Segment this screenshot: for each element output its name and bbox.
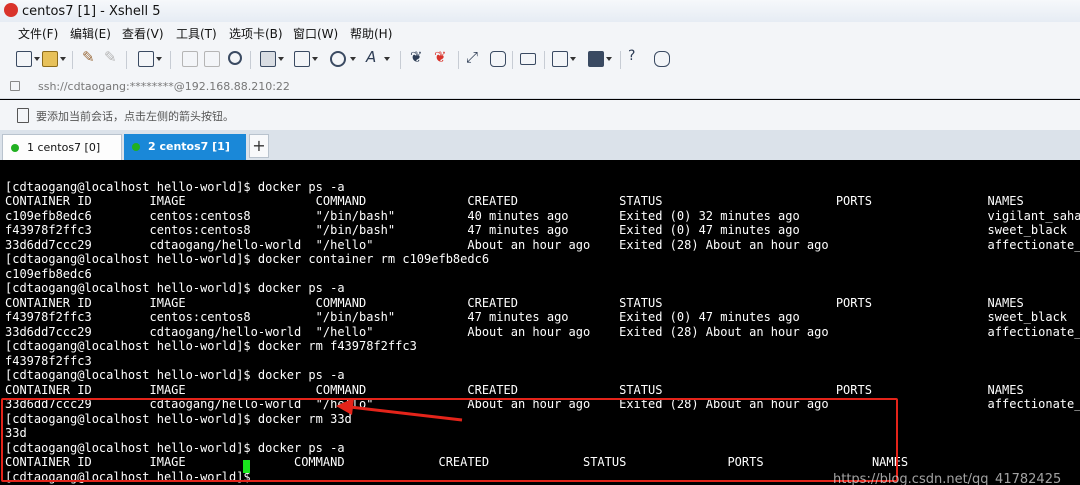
terminal-line: c109efb8edc6 centos:centos8 "/bin/bash" … xyxy=(5,209,1080,223)
tab-bar: 1 centos7 [0] 2 centos7 [1] + xyxy=(0,130,1080,160)
font-icon[interactable]: A xyxy=(366,48,376,66)
connected-status-icon xyxy=(132,143,140,151)
terminal-line: CONTAINER ID IMAGE COMMAND CREATED STATU… xyxy=(5,455,909,469)
menu-view[interactable]: 查看(V) xyxy=(122,25,164,42)
new-tab-icon[interactable] xyxy=(552,51,568,67)
xftp-icon[interactable]: ❦ xyxy=(410,48,423,66)
chevron-down-icon[interactable] xyxy=(312,57,318,61)
xshell-icon[interactable]: ❦ xyxy=(434,48,447,66)
menu-tools[interactable]: 工具(T) xyxy=(176,25,217,42)
chevron-down-icon[interactable] xyxy=(156,57,162,61)
toolbar-separator xyxy=(72,51,73,69)
session-arrow-icon[interactable] xyxy=(17,108,29,123)
terminal-line: f43978f2ffc3 centos:centos8 "/bin/bash" … xyxy=(5,223,1068,237)
paste-icon xyxy=(204,51,220,67)
toolbar-separator xyxy=(512,51,513,69)
new-session-icon[interactable] xyxy=(16,51,32,67)
tab-label: 2 centos7 [1] xyxy=(148,140,230,153)
chevron-down-icon[interactable] xyxy=(570,57,576,61)
globe-icon[interactable] xyxy=(330,51,346,67)
toolbar-separator xyxy=(170,51,171,69)
add-tab-button[interactable]: + xyxy=(249,134,269,158)
menu-bar: 文件(F) 编辑(E) 查看(V) 工具(T) 选项卡(B) 窗口(W) 帮助(… xyxy=(0,22,1080,44)
terminal-line: [cdtaogang@localhost hello-world]$ docke… xyxy=(5,281,345,295)
lock-icon[interactable] xyxy=(490,51,506,67)
transfer-icon[interactable] xyxy=(294,51,310,67)
terminal-line: 33d6dd7ccc29 cdtaogang/hello-world "/hel… xyxy=(5,238,1080,252)
terminal-line: CONTAINER ID IMAGE COMMAND CREATED STATU… xyxy=(5,296,1024,310)
chevron-down-icon[interactable] xyxy=(384,57,390,61)
chat-icon[interactable] xyxy=(654,51,670,67)
open-folder-icon[interactable] xyxy=(42,51,58,67)
terminal-line: [cdtaogang@localhost hello-world]$ docke… xyxy=(5,412,352,426)
terminal-line: f43978f2ffc3 xyxy=(5,354,92,368)
watermark: https://blog.csdn.net/qq_41782425 xyxy=(833,472,1062,485)
search-icon[interactable] xyxy=(228,51,242,65)
title-bar: centos7 [1] - Xshell 5 xyxy=(0,0,1080,23)
tab-centos7-0[interactable]: 1 centos7 [0] xyxy=(2,134,122,160)
terminal-line: f43978f2ffc3 centos:centos8 "/bin/bash" … xyxy=(5,310,1068,324)
chevron-down-icon[interactable] xyxy=(278,57,284,61)
window-title: centos7 [1] - Xshell 5 xyxy=(22,4,161,19)
lock-icon xyxy=(10,81,20,91)
terminal-line: CONTAINER ID IMAGE COMMAND CREATED STATU… xyxy=(5,194,1024,208)
toolbar-separator xyxy=(544,51,545,69)
toolbar: ✎ ✎ A ❦ ❦ ⤢ ? xyxy=(0,44,1080,77)
menu-edit[interactable]: 编辑(E) xyxy=(70,25,111,42)
info-bar: 要添加当前会话，点击左侧的箭头按钮。 xyxy=(0,100,1080,131)
help-icon[interactable]: ? xyxy=(628,48,635,64)
layout-icon[interactable] xyxy=(588,51,604,67)
info-text: 要添加当前会话，点击左侧的箭头按钮。 xyxy=(36,110,234,123)
toolbar-separator xyxy=(458,51,459,69)
print-icon[interactable] xyxy=(260,51,276,67)
disconnect-icon: ✎ xyxy=(104,48,117,66)
terminal-cursor xyxy=(243,460,250,473)
terminal-line: 33d6dd7ccc29 cdtaogang/hello-world "/hel… xyxy=(5,325,1080,339)
terminal-line: c109efb8edc6 xyxy=(5,267,92,281)
terminal-line: 33d xyxy=(5,426,27,440)
properties-icon[interactable] xyxy=(138,51,154,67)
connected-status-icon xyxy=(11,144,19,152)
keyboard-icon[interactable] xyxy=(520,53,536,65)
toolbar-separator xyxy=(126,51,127,69)
terminal-line: [cdtaogang@localhost hello-world]$ docke… xyxy=(5,252,490,266)
terminal-line: [cdtaogang@localhost hello-world]$ docke… xyxy=(5,180,345,194)
chevron-down-icon[interactable] xyxy=(606,57,612,61)
fullscreen-icon[interactable]: ⤢ xyxy=(466,48,478,66)
menu-tabs[interactable]: 选项卡(B) xyxy=(229,25,283,42)
address-bar[interactable]: ssh://cdtaogang:********@192.168.88.210:… xyxy=(0,76,1080,99)
xshell-app-icon xyxy=(4,3,18,17)
terminal-line: [cdtaogang@localhost hello-world]$ docke… xyxy=(5,339,417,353)
terminal-line: CONTAINER ID IMAGE COMMAND CREATED STATU… xyxy=(5,383,1024,397)
chevron-down-icon[interactable] xyxy=(60,57,66,61)
terminal-line: 33d6dd7ccc29 cdtaogang/hello-world "/hel… xyxy=(5,397,1080,411)
menu-help[interactable]: 帮助(H) xyxy=(350,25,392,42)
copy-icon xyxy=(182,51,198,67)
tab-label: 1 centos7 [0] xyxy=(27,141,101,154)
chevron-down-icon[interactable] xyxy=(350,57,356,61)
toolbar-separator xyxy=(400,51,401,69)
terminal-line: [cdtaogang@localhost hello-world]$ docke… xyxy=(5,441,345,455)
menu-file[interactable]: 文件(F) xyxy=(18,25,58,42)
terminal-line: [cdtaogang@localhost hello-world]$ xyxy=(5,470,258,484)
terminal-line: [cdtaogang@localhost hello-world]$ docke… xyxy=(5,368,345,382)
chevron-down-icon[interactable] xyxy=(34,57,40,61)
reconnect-icon[interactable]: ✎ xyxy=(82,48,95,66)
menu-window[interactable]: 窗口(W) xyxy=(293,25,338,42)
terminal[interactable]: [cdtaogang@localhost hello-world]$ docke… xyxy=(0,160,1080,485)
session-address[interactable]: ssh://cdtaogang:********@192.168.88.210:… xyxy=(38,80,290,93)
tab-centos7-1[interactable]: 2 centos7 [1] xyxy=(124,134,246,160)
toolbar-separator xyxy=(250,51,251,69)
toolbar-separator xyxy=(620,51,621,69)
